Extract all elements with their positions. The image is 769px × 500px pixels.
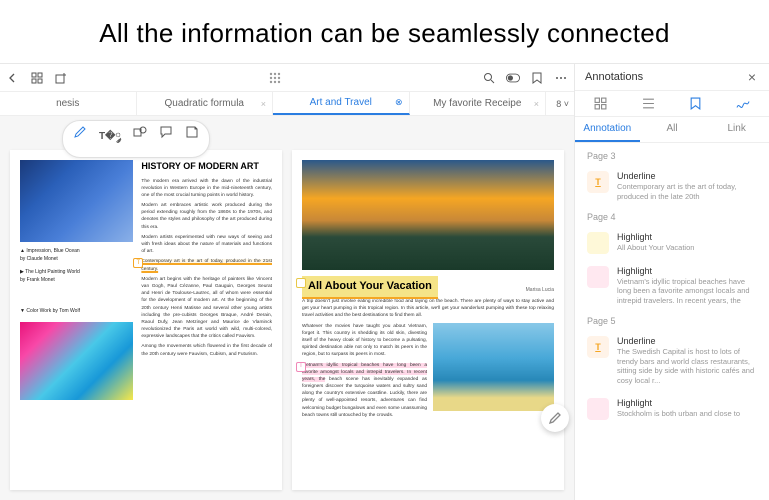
sidebar-tabs: Annotation All Link — [575, 117, 769, 143]
highlight-icon — [587, 266, 609, 288]
close-icon[interactable]: × — [261, 99, 266, 109]
paragraph: Modern art embraces artistic work produc… — [141, 202, 272, 231]
close-icon[interactable]: ⊗ — [395, 97, 403, 108]
app-frame: nesis Quadratic formula × Art and Travel ⊗… — [0, 63, 769, 500]
underline-icon: T — [587, 171, 609, 193]
annotated-text[interactable]: TContemporary art is the art of today, p… — [141, 258, 272, 272]
document-area: T�༘ ▲ Impression, Blue Oceanby Claude Mo… — [0, 116, 574, 500]
annotation-marker-icon[interactable]: T — [296, 362, 306, 372]
note-icon[interactable] — [185, 125, 199, 153]
annotation-type: Highlight — [617, 232, 757, 242]
comment-icon[interactable] — [159, 125, 173, 153]
close-icon[interactable]: × — [745, 70, 759, 84]
annotation-preview: Vietnam's idyllic tropical beaches have … — [617, 277, 757, 306]
artwork-image-2 — [20, 322, 133, 400]
annotations-sidebar: Annotations × Annotation All Link Page 3… — [574, 64, 769, 500]
toggle-icon[interactable] — [506, 71, 520, 85]
sidebar-tab-annotation[interactable]: Annotation — [575, 117, 640, 142]
annotation-item[interactable]: T UnderlineThe Swedish Capital is host t… — [575, 330, 769, 392]
image-caption: ▼ Color Work by Tom Wolf — [20, 308, 133, 316]
annotation-marker-icon[interactable] — [296, 278, 306, 288]
artwork-image-1 — [20, 160, 133, 242]
underline-icon: T — [587, 336, 609, 358]
annotation-preview: The Swedish Capital is host to lots of t… — [617, 347, 757, 386]
annotation-type: Highlight — [617, 398, 757, 408]
topbar — [0, 64, 574, 92]
tab-nesis[interactable]: nesis — [0, 92, 137, 115]
hero-title: All the information can be seamlessly co… — [0, 0, 769, 63]
paragraph: Among the movements which flowered in th… — [141, 343, 272, 357]
pen-icon[interactable] — [73, 125, 87, 153]
article-title: HISTORY OF MODERN ART — [141, 160, 272, 174]
annotation-item[interactable]: HighlightVietnam's idyllic tropical beac… — [575, 260, 769, 312]
page-indicator: 8 ˅ — [556, 99, 569, 109]
bookmark-icon[interactable] — [530, 71, 544, 85]
search-icon[interactable] — [482, 71, 496, 85]
tab-label: nesis — [56, 98, 79, 109]
shapes-icon[interactable] — [133, 125, 147, 153]
main-pane: nesis Quadratic formula × Art and Travel ⊗… — [0, 64, 574, 500]
new-tab-icon[interactable] — [54, 71, 68, 85]
text-style-icon[interactable]: T�༘ — [99, 125, 121, 153]
more-icon[interactable] — [554, 71, 568, 85]
annotation-item[interactable]: HighlightStockholm is both urban and clo… — [575, 392, 769, 426]
back-icon[interactable] — [6, 71, 20, 85]
tab-label: My favorite Receipe — [433, 98, 521, 109]
annotation-item[interactable]: HighlightAll About Your Vacation — [575, 226, 769, 260]
annotation-list[interactable]: Page 3 T UnderlineContemporary art is th… — [575, 143, 769, 500]
apps-icon[interactable] — [268, 71, 282, 85]
sidebar-tab-all[interactable]: All — [640, 117, 705, 142]
list-icon[interactable] — [642, 97, 655, 110]
tab-art-travel[interactable]: Art and Travel ⊗ — [273, 92, 410, 115]
annotation-preview: Contemporary art is the art of today, pr… — [617, 182, 757, 202]
sidebar-tab-link[interactable]: Link — [704, 117, 769, 142]
highlight-icon — [587, 398, 609, 420]
page-group-label: Page 4 — [575, 208, 769, 226]
floating-toolbar: T�༘ — [62, 120, 210, 158]
edit-fab-button[interactable] — [541, 404, 569, 432]
tab-label: Quadratic formula — [165, 98, 244, 109]
annotation-type: Underline — [617, 336, 757, 346]
page-group-label: Page 3 — [575, 147, 769, 165]
highlight-icon — [587, 232, 609, 254]
bookmark-icon[interactable] — [690, 97, 701, 110]
scribble-icon[interactable] — [736, 97, 750, 110]
annotation-type: Underline — [617, 171, 757, 181]
article-title: All About Your Vacation — [302, 276, 438, 299]
grid-icon[interactable] — [594, 97, 607, 110]
document-page-left: ▲ Impression, Blue Oceanby Claude Monet … — [10, 150, 282, 490]
grid-view-icon[interactable] — [30, 71, 44, 85]
close-icon[interactable]: × — [534, 99, 539, 109]
tab-quadratic[interactable]: Quadratic formula × — [137, 92, 274, 115]
paragraph: Whatever the movies have taught you abou… — [302, 323, 427, 359]
annotation-preview: Stockholm is both urban and close to — [617, 409, 757, 419]
sidebar-title: Annotations — [585, 71, 643, 83]
image-caption: ▲ Impression, Blue Oceanby Claude Monet — [20, 248, 133, 263]
tab-bar: nesis Quadratic formula × Art and Travel ⊗… — [0, 92, 574, 116]
image-caption: ▶ The Light Painting Worldby Frank Monet — [20, 269, 133, 284]
page-group-label: Page 5 — [575, 312, 769, 330]
hero-photo — [302, 160, 554, 270]
annotation-item[interactable]: T UnderlineContemporary art is the art o… — [575, 165, 769, 208]
tab-label: Art and Travel — [310, 97, 372, 108]
annotation-marker-icon[interactable]: T — [133, 258, 143, 268]
beach-photo — [433, 323, 554, 411]
annotated-text[interactable]: TVietnam's idyllic tropical beaches have… — [302, 362, 427, 420]
paragraph: Modern art begins with the heritage of p… — [141, 276, 272, 341]
paragraph: The modern era arrived with the dawn of … — [141, 178, 272, 200]
annotation-preview: All About Your Vacation — [617, 243, 757, 253]
paragraph: Modern artists experimented with new way… — [141, 234, 272, 256]
annotation-type: Highlight — [617, 266, 757, 276]
tab-recipe[interactable]: My favorite Receipe×8 ˅ — [410, 92, 547, 115]
document-page-right: All About Your Vacation Marisa Lucia A t… — [292, 150, 564, 490]
